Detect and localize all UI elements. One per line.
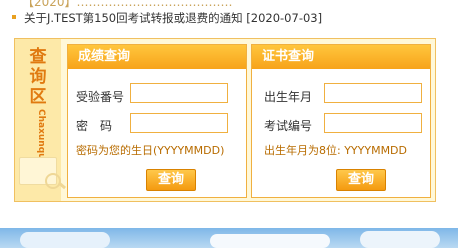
cloud-decoration	[20, 232, 110, 248]
score-hint: 密码为您的生日(YYYYMMDD)	[76, 144, 225, 157]
notice-title[interactable]: 关于J.TEST第150回考试转报或退费的通知	[24, 11, 243, 25]
exam-id-label: 考试编号	[264, 119, 313, 133]
magnifier-handle-icon	[57, 181, 67, 190]
bullet-icon	[12, 15, 16, 19]
query-sidebar: 查询 区 Chaxunqu	[15, 39, 67, 201]
birth-input[interactable]	[324, 83, 422, 103]
score-query-panel: 成绩查询 受验番号 密 码 密码为您的生日(YYYYMMDD) 查询	[67, 44, 247, 198]
cert-panel-title: 证书查询	[252, 45, 430, 69]
previous-notice-cut: 【2020】…………………………………	[22, 0, 233, 8]
birth-label: 出生年月	[264, 90, 313, 104]
cert-hint: 出生年月为8位: YYYYMMDD	[264, 144, 407, 157]
sidebar-title-line1: 查询	[29, 47, 47, 87]
sidebar-pinyin: Chaxunqu	[36, 109, 46, 160]
sidebar-title: 查询 区	[27, 47, 49, 107]
exam-no-label: 受验番号	[76, 90, 125, 104]
notice-date: [2020-07-03]	[246, 11, 323, 25]
query-area: 查询 区 Chaxunqu 成绩查询 受验番号 密 码 密码为您的生日(YYYY…	[14, 38, 436, 202]
cloud-decoration	[210, 234, 330, 248]
cert-query-panel: 证书查询 出生年月 考试编号 出生年月为8位: YYYYMMDD 查询	[251, 44, 431, 198]
password-input[interactable]	[130, 113, 228, 133]
password-label: 密 码	[76, 119, 113, 133]
score-query-button[interactable]: 查询	[146, 169, 196, 191]
magnifier-icon	[45, 173, 61, 189]
exam-no-input[interactable]	[130, 83, 228, 103]
exam-id-input[interactable]	[324, 113, 422, 133]
cloud-decoration	[360, 231, 440, 248]
sidebar-title-line2: 区	[29, 87, 47, 107]
cert-query-button[interactable]: 查询	[336, 169, 386, 191]
notice-item[interactable]: 关于J.TEST第150回考试转报或退费的通知 [2020-07-03]	[12, 10, 323, 26]
score-panel-title: 成绩查询	[68, 45, 246, 69]
